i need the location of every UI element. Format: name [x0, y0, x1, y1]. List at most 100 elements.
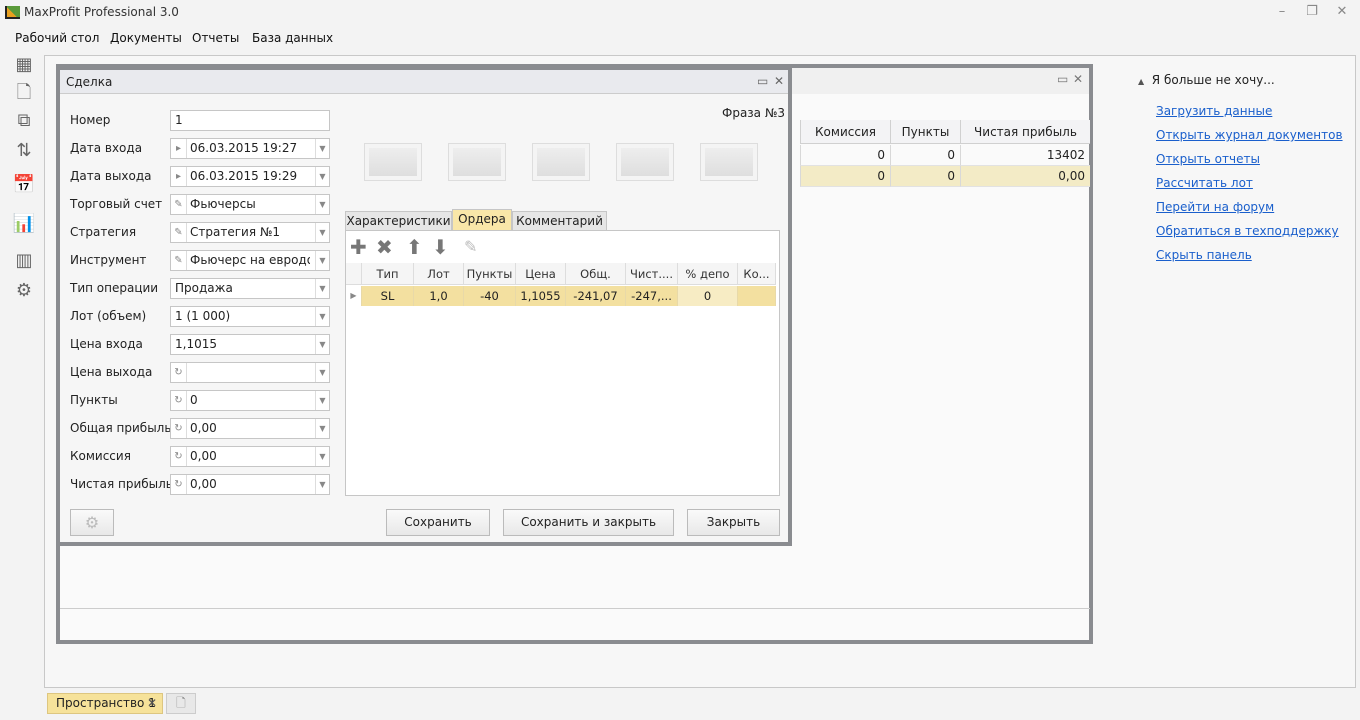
field-input[interactable]: ✎ Фьючерсы ▼ [170, 194, 330, 215]
calendar-icon[interactable]: 📅 [12, 173, 36, 197]
tab-orders[interactable]: Ордера [452, 209, 512, 231]
tab-characteristics[interactable]: Характеристики [345, 211, 452, 231]
chevron-down-icon[interactable]: ▼ [315, 391, 329, 410]
copy-document-icon[interactable]: ⧉ [12, 109, 36, 133]
field-input[interactable]: 1 [170, 110, 330, 131]
field-input[interactable]: ✎ Фьючерс на евродо... ▼ [170, 250, 330, 271]
screenshot-thumbnail[interactable] [616, 143, 674, 181]
orders-column-header[interactable]: Цена [516, 263, 566, 285]
panel-link[interactable]: Открыть отчеты [1156, 152, 1260, 166]
new-document-icon[interactable]: 🗋 [12, 81, 36, 105]
orders-column-header[interactable]: Чист.... [626, 263, 678, 285]
field-icon[interactable]: ↻ [171, 447, 187, 466]
field-icon[interactable]: ↻ [171, 419, 187, 438]
screenshot-thumbnail[interactable] [364, 143, 422, 181]
field-input[interactable]: 1,1015 ▼ [170, 334, 330, 355]
chevron-down-icon[interactable]: ▼ [315, 335, 329, 354]
field-input[interactable]: ▸ 06.03.2015 19:27 ▼ [170, 138, 330, 159]
move-down-icon[interactable]: ⬇ [432, 236, 449, 258]
close-button[interactable]: Закрыть [687, 509, 780, 536]
chevron-down-icon[interactable]: ▼ [315, 139, 329, 158]
panel-link[interactable]: Скрыть панель [1156, 248, 1252, 262]
orders-cell[interactable]: -247,... [626, 286, 678, 306]
orders-column-header[interactable]: Лот [414, 263, 464, 285]
orders-column-header[interactable]: Пункты [464, 263, 516, 285]
field-icon[interactable]: ↻ [171, 363, 187, 382]
column-header[interactable]: Чистая прибыль [960, 120, 1090, 144]
field-icon[interactable]: ▸ [171, 167, 187, 186]
chevron-down-icon[interactable]: ▼ [315, 223, 329, 242]
field-icon[interactable]: ✎ [171, 195, 187, 214]
maximize-icon[interactable]: ▭ [1057, 72, 1068, 86]
field-input[interactable]: 1 (1 000) ▼ [170, 306, 330, 327]
save-button[interactable]: Сохранить [386, 509, 490, 536]
minimize-icon[interactable]: – [1274, 4, 1290, 20]
close-icon[interactable]: ✕ [1334, 4, 1350, 20]
orders-column-header[interactable]: % депо [678, 263, 738, 285]
menu-database[interactable]: База данных [252, 31, 333, 45]
orders-cell[interactable]: 1,0 [414, 286, 464, 306]
field-input[interactable]: ▸ 06.03.2015 19:29 ▼ [170, 166, 330, 187]
add-icon[interactable]: ✚ [350, 236, 367, 258]
save-and-close-button[interactable]: Сохранить и закрыть [503, 509, 674, 536]
field-input[interactable]: ↻ 0,00 ▼ [170, 446, 330, 467]
chart-icon[interactable]: 📊 [12, 212, 36, 236]
close-icon[interactable]: ✕ [147, 694, 157, 713]
panel-header[interactable]: ▲ Я больше не хочу... [1138, 73, 1275, 87]
field-icon[interactable]: ✎ [171, 223, 187, 242]
screenshot-thumbnail[interactable] [448, 143, 506, 181]
field-icon[interactable]: ↻ [171, 475, 187, 494]
settings-button[interactable]: ⚙ [70, 509, 114, 536]
menu-documents[interactable]: Документы [110, 31, 182, 45]
orders-cell[interactable]: -241,07 [566, 286, 626, 306]
field-icon[interactable]: ↻ [171, 391, 187, 410]
move-up-icon[interactable]: ⬆ [406, 236, 423, 258]
orders-column-header[interactable]: Общ. пр... [566, 263, 626, 303]
close-icon[interactable]: ✕ [1073, 72, 1083, 86]
maximize-icon[interactable]: ▭ [757, 74, 768, 88]
chevron-down-icon[interactable]: ▼ [315, 195, 329, 214]
close-icon[interactable]: ✕ [774, 74, 784, 88]
import-export-icon[interactable]: ⇅ [12, 139, 36, 163]
field-icon[interactable]: ✎ [171, 251, 187, 270]
menu-reports[interactable]: Отчеты [192, 31, 239, 45]
chevron-down-icon[interactable]: ▼ [315, 307, 329, 326]
screenshot-thumbnail[interactable] [700, 143, 758, 181]
panel-link[interactable]: Обратиться в техподдержку [1156, 224, 1339, 238]
delete-icon[interactable]: ✖ [376, 236, 393, 258]
field-input[interactable]: Продажа ▼ [170, 278, 330, 299]
panel-link[interactable]: Перейти на форум [1156, 200, 1274, 214]
screenshot-thumbnail[interactable] [532, 143, 590, 181]
restore-icon[interactable]: ❐ [1304, 4, 1320, 20]
chevron-down-icon[interactable]: ▼ [315, 475, 329, 494]
field-input[interactable]: ↻ 0,00 ▼ [170, 474, 330, 495]
orders-column-header[interactable]: Тип [362, 263, 414, 285]
orders-cell[interactable]: 1,1055 [516, 286, 566, 306]
column-header[interactable]: Комиссия [800, 120, 890, 144]
new-workspace-tab[interactable]: 🗋 [166, 693, 196, 714]
chevron-down-icon[interactable]: ▼ [315, 251, 329, 270]
chevron-down-icon[interactable]: ▼ [315, 363, 329, 382]
panel-link[interactable]: Рассчитать лот [1156, 176, 1253, 190]
field-icon[interactable]: ▸ [171, 139, 187, 158]
column-header[interactable]: Пункты [890, 120, 960, 144]
field-input[interactable]: ↻ 0 ▼ [170, 390, 330, 411]
field-input[interactable]: ↻ ▼ [170, 362, 330, 383]
chevron-down-icon[interactable]: ▼ [315, 447, 329, 466]
panel-link[interactable]: Открыть журнал документов [1156, 128, 1343, 142]
menu-desktop[interactable]: Рабочий стол [15, 31, 99, 45]
tab-comment[interactable]: Комментарий [512, 211, 607, 231]
chevron-down-icon[interactable]: ▼ [315, 167, 329, 186]
orders-cell[interactable]: SL [362, 286, 414, 306]
workspace-tab[interactable]: Пространство 1 ✕ [47, 693, 163, 714]
field-input[interactable]: ↻ 0,00 ▼ [170, 418, 330, 439]
edit-icon[interactable]: ✎ [464, 236, 477, 258]
table-icon[interactable]: ▦ [12, 53, 36, 77]
field-input[interactable]: ✎ Стратегия №1 ▼ [170, 222, 330, 243]
panel-link[interactable]: Загрузить данные [1156, 104, 1272, 118]
orders-cell[interactable]: 0 [678, 286, 738, 306]
orders-cell[interactable] [738, 286, 776, 306]
settings-icon[interactable]: ⚙ [12, 279, 36, 303]
chevron-down-icon[interactable]: ▼ [315, 419, 329, 438]
chevron-down-icon[interactable]: ▼ [315, 279, 329, 298]
